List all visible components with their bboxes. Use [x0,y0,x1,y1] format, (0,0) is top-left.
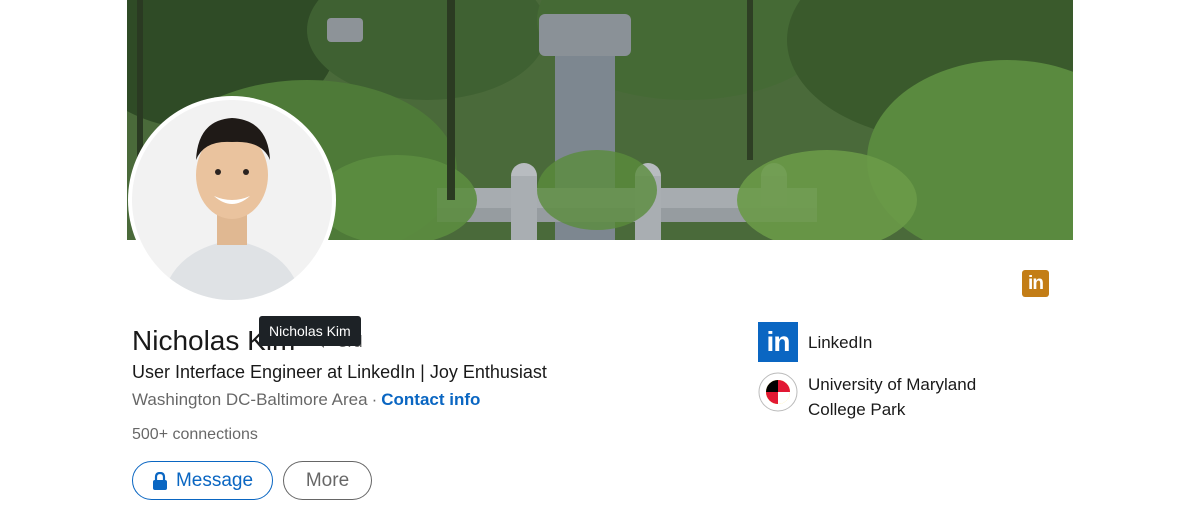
school-name: University of Maryland College Park [808,375,977,419]
education-link[interactable]: University of Maryland College Park [758,372,1008,422]
message-button-label: Message [175,469,254,491]
more-button[interactable]: More [283,461,372,500]
separator-dot: · [371,390,378,409]
profile-photo[interactable] [132,100,332,300]
premium-badge-text: in [1028,272,1044,294]
connections-count[interactable]: 500+ connections [132,426,258,444]
location-line: Washington DC-Baltimore Area · Contact inf… [132,390,480,410]
company-name: LinkedIn [808,333,873,352]
avatar-image [132,100,332,300]
name-tooltip: Nicholas Kim [259,316,361,346]
linkedin-logo-icon: in [758,322,798,362]
lock-icon [152,471,167,490]
message-button[interactable]: Message [132,461,273,500]
umd-seal-icon [758,372,798,412]
more-button-label: More [305,469,350,491]
contact-info-link[interactable]: Contact info [381,390,480,409]
profile-headline: User Interface Engineer at LinkedIn | Jo… [132,362,547,382]
company-link[interactable]: in LinkedIn [758,322,1008,362]
profile-location: Washington DC-Baltimore Area [132,390,368,409]
linkedin-logo-text: in [766,326,791,357]
premium-badge-icon: in [1022,270,1049,297]
